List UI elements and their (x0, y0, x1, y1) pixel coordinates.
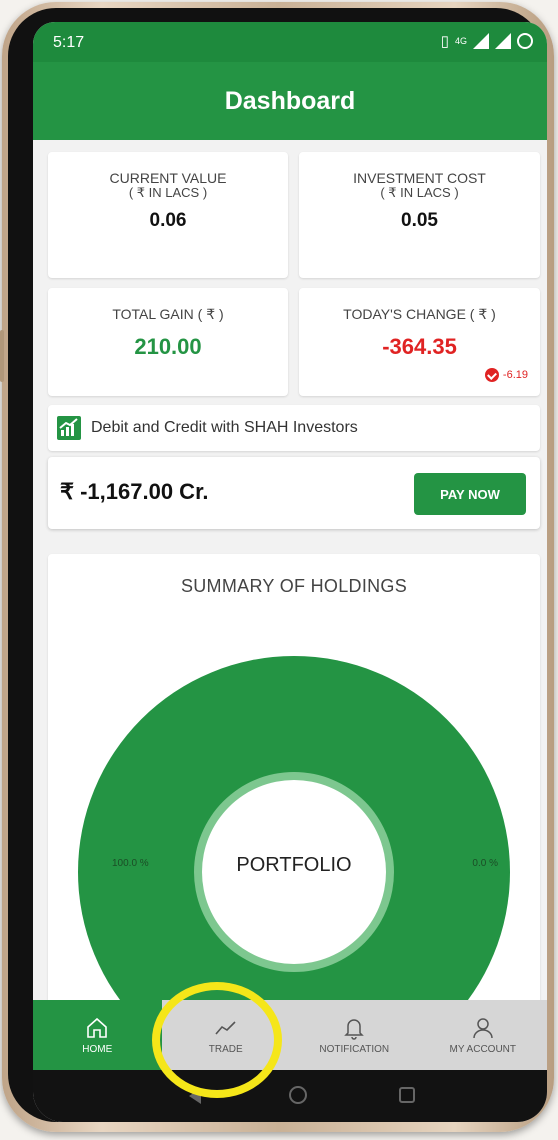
todays-change-amount: -364.35 (382, 334, 457, 359)
bell-icon (344, 1018, 365, 1040)
current-value-label: CURRENT VALUE (109, 170, 227, 186)
home-icon (87, 1017, 108, 1038)
debit-credit-text: Debit and Credit with SHAH Investors (91, 419, 358, 436)
volume-button (0, 330, 4, 382)
nav-notification[interactable]: NOTIFICATION (290, 1000, 419, 1070)
status-bar: 5:17 ▯ 4G (33, 22, 547, 62)
system-home-icon[interactable] (289, 1086, 307, 1104)
change-value: -6.19 (502, 369, 528, 381)
system-nav-bar (33, 1070, 547, 1122)
holdings-donut-chart (78, 656, 510, 1074)
down-arrow-icon (484, 368, 499, 382)
signal-icon (473, 33, 489, 49)
highlight-annotation (152, 982, 282, 1098)
app-screen: 5:17 ▯ 4G Dashboard CURRENT VALUE ( ₹ IN… (33, 22, 547, 1122)
current-value-card: CURRENT VALUE ( ₹ IN LACS ) 0.06 (48, 152, 288, 278)
nav-notification-label: NOTIFICATION (319, 1043, 390, 1055)
nav-home[interactable]: HOME (33, 1000, 162, 1070)
nav-my-account[interactable]: MY ACCOUNT (419, 1000, 548, 1070)
user-icon (473, 1017, 493, 1038)
payment-card: ₹ -1,167.00 Cr. PAY NOW (48, 457, 540, 529)
current-value-unit: ( ₹ IN LACS ) (128, 185, 208, 200)
todays-change-card: TODAY'S CHANGE ( ₹ ) -364.35 -6.19 (299, 288, 540, 396)
app-header: Dashboard (33, 62, 547, 140)
other-percent: 0.0 % (472, 858, 498, 869)
portfolio-percent: 100.0 % (112, 858, 149, 869)
phone-bezel: 5:17 ▯ 4G Dashboard CURRENT VALUE ( ₹ IN… (8, 8, 547, 1122)
status-time: 5:17 (53, 34, 85, 51)
signal-icon-2 (495, 33, 511, 49)
page-title: Dashboard (224, 87, 356, 115)
status-icons: ▯ 4G (441, 32, 533, 50)
recents-icon[interactable] (399, 1087, 415, 1103)
holdings-summary-card: SUMMARY OF HOLDINGS PORTFOLIO 100.0 % 0.… (48, 554, 540, 1074)
total-gain-card: TOTAL GAIN ( ₹ ) 210.00 (48, 288, 288, 396)
debit-credit-link[interactable]: Debit and Credit with SHAH Investors (48, 405, 540, 451)
total-gain-amount: 210.00 (134, 334, 202, 359)
investment-cost-unit: ( ₹ IN LACS ) (380, 185, 459, 200)
pay-now-button[interactable]: PAY NOW (414, 473, 526, 515)
current-value-amount: 0.06 (149, 210, 187, 231)
bottom-nav: HOME TRADE NOTIFICATION MY ACCOUNT (33, 1000, 547, 1070)
vibrate-icon: ▯ (440, 33, 449, 50)
growth-chart-icon (57, 416, 81, 440)
nav-my-account-label: MY ACCOUNT (449, 1043, 517, 1055)
battery-icon (517, 33, 533, 49)
network-type: 4G (454, 36, 467, 46)
balance-amount: ₹ -1,167.00 Cr. (60, 479, 209, 504)
change-badge: -6.19 (484, 368, 528, 382)
investment-cost-label: INVESTMENT COST (353, 170, 486, 186)
todays-change-label: TODAY'S CHANGE ( ₹ ) (343, 306, 496, 322)
nav-home-label: HOME (82, 1043, 113, 1055)
total-gain-label: TOTAL GAIN ( ₹ ) (112, 306, 224, 322)
investment-cost-amount: 0.05 (401, 210, 438, 231)
investment-cost-card: INVESTMENT COST ( ₹ IN LACS ) 0.05 (299, 152, 540, 278)
